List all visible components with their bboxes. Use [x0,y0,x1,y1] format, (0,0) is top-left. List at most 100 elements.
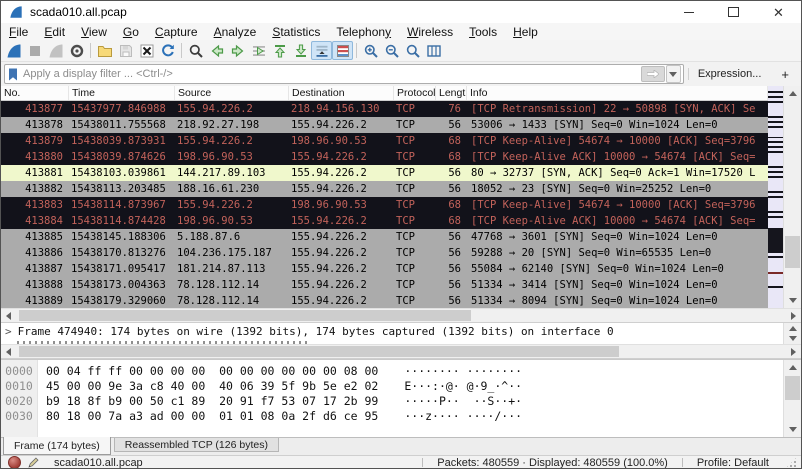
packet-row[interactable]: 413880 15438039.874626 198.96.90.53 155.94.… [1,149,768,165]
menu-go[interactable]: Go [115,25,147,39]
expression-button[interactable]: Expression... [687,68,771,80]
tab-reassembled-tcp[interactable]: Reassembled TCP (126 bytes) [113,438,279,452]
menu-wireless[interactable]: Wireless [399,25,461,39]
hex-row[interactable]: 0030 80 18 00 7a a3 ad 00 00 01 01 08 0a … [1,409,801,424]
column-header-destination[interactable]: Destination [289,86,394,100]
packet-row[interactable]: 413886 15438170.813276 104.236.175.187 155.… [1,245,768,261]
packet-row[interactable]: 413883 15438114.873967 155.94.226.2 198.96.… [1,197,768,213]
go-last-packet-button[interactable] [290,41,311,60]
packet-row[interactable]: 413877 15437977.846988 155.94.226.2 218.94.… [1,101,768,117]
cell-dst: 155.94.226.2 [291,183,367,195]
column-header-source[interactable]: Source [175,86,289,100]
display-filter-input[interactable] [21,67,641,81]
scroll-right-arrow-icon[interactable] [786,345,801,358]
scroll-up-arrow-icon[interactable] [784,86,801,101]
column-header-info[interactable]: Info [467,86,768,100]
packet-row[interactable]: 413889 15438179.329060 78.128.112.14 155.94… [1,293,768,308]
capture-comment-icon[interactable] [27,456,40,468]
scroll-left-arrow-icon[interactable] [1,309,16,322]
menu-statistics[interactable]: Statistics [264,25,328,39]
toolbar-separator [356,43,357,58]
go-back-button[interactable] [206,41,227,60]
menu-analyze[interactable]: Analyze [206,25,265,39]
resize-columns-button[interactable] [423,41,444,60]
details-vscrollbar[interactable] [783,323,801,344]
go-forward-button[interactable] [227,41,248,60]
packet-row[interactable]: 413878 15438011.755568 218.92.27.198 155.94… [1,117,768,133]
packet-row[interactable]: 413888 15438173.004363 78.128.112.14 155.94… [1,277,768,293]
close-file-icon [139,43,155,59]
cell-no: 413885 [25,231,63,243]
minimize-button[interactable] [666,1,711,23]
hex-row[interactable]: 0010 45 00 00 9e 3a c8 40 00 40 06 39 5f … [1,379,801,394]
zoom-in-button[interactable] [360,41,381,60]
hex-offset: 0020 [5,394,33,408]
hex-ascii: ········ ········ [404,364,523,378]
scroll-up-arrow-icon[interactable] [784,323,801,333]
go-first-packet-button[interactable] [269,41,290,60]
packet-row[interactable]: 413884 15438114.874428 198.96.90.53 155.94.… [1,213,768,229]
packet-row[interactable]: 413887 15438171.095417 181.214.87.113 155.9… [1,261,768,277]
tab-frame-bytes[interactable]: Frame (174 bytes) [3,437,111,455]
menu-help[interactable]: Help [505,25,546,39]
detail-frame-line[interactable]: > Frame 474940: 174 bytes on wire (1392 b… [1,323,801,338]
scroll-down-arrow-icon[interactable] [784,422,801,437]
packet-row[interactable]: 413879 15438039.873931 155.94.226.2 198.96.… [1,133,768,149]
column-header-lengt[interactable]: Lengt [436,86,467,100]
resize-grip[interactable] [785,456,798,468]
column-header-time[interactable]: Time [69,86,175,100]
scroll-left-arrow-icon[interactable] [1,345,16,358]
start-capture-button[interactable] [3,41,24,60]
intelligent-scrollbar-minimap[interactable] [768,86,783,308]
hex-row[interactable]: 0000 00 04 ff ff 00 00 00 00 00 00 00 00 … [1,364,801,379]
capture-options-button[interactable] [66,41,87,60]
go-to-packet-button[interactable] [248,41,269,60]
save-file-button [115,41,136,60]
cell-src: 155.94.226.2 [177,103,253,115]
status-profile[interactable]: Profile: Default [681,457,783,468]
auto-scroll-toggle-button[interactable] [311,41,332,60]
close-button[interactable]: ✕ [756,1,801,23]
menu-capture[interactable]: Capture [147,25,206,39]
status-bar: scada010.all.pcap Packets: 480559 · Disp… [1,455,801,468]
menu-tools[interactable]: Tools [461,25,505,39]
zoom-out-button[interactable] [381,41,402,60]
column-header-no[interactable]: No. [1,86,69,100]
zoom-100-button[interactable] [402,41,423,60]
column-header-protocol[interactable]: Protocol [394,86,436,100]
filter-bar: Expression... + [1,62,801,86]
display-filter-field[interactable] [4,64,684,84]
expert-info-icon[interactable] [8,456,21,468]
status-packet-counts: Packets: 480559 · Displayed: 480559 (100… [422,457,682,468]
packet-list-vscrollbar[interactable] [783,86,801,308]
hscroll-thumb[interactable] [19,310,471,321]
scroll-up-arrow-icon[interactable] [784,360,801,375]
packet-row[interactable]: 413885 15438145.188306 5.188.87.6 155.94.22… [1,229,768,245]
menu-view[interactable]: View [73,25,115,39]
menu-file[interactable]: File [1,25,36,39]
add-filter-button[interactable]: + [776,67,798,82]
menu-telephony[interactable]: Telephony [328,25,399,39]
hscroll-thumb[interactable] [19,346,619,357]
hex-row[interactable]: 0020 b9 18 8f b9 00 50 c1 89 20 91 f7 53 … [1,394,801,409]
packet-list-hscrollbar[interactable] [1,308,801,323]
packet-row[interactable]: 413882 15438113.203485 188.16.61.230 155.94… [1,181,768,197]
details-hscrollbar[interactable] [1,344,801,359]
close-file-button[interactable] [136,41,157,60]
open-file-button[interactable] [94,41,115,60]
filter-bookmark-icon[interactable] [8,68,18,81]
filter-dropdown-button[interactable] [665,65,681,83]
vscroll-thumb[interactable] [785,376,800,400]
reload-file-button[interactable] [157,41,178,60]
maximize-button[interactable] [711,1,756,23]
vscroll-thumb[interactable] [785,236,800,268]
bytes-vscrollbar[interactable] [783,360,801,437]
packet-row[interactable]: 413881 15438103.039861 144.217.89.103 155.9… [1,165,768,181]
find-packet-button[interactable] [185,41,206,60]
scroll-right-arrow-icon[interactable] [786,309,801,322]
colorize-toggle-button[interactable] [332,41,353,60]
scroll-down-arrow-icon[interactable] [784,293,801,308]
expander-icon[interactable]: > [5,325,12,338]
scroll-down-arrow-icon[interactable] [784,333,801,343]
menu-edit[interactable]: Edit [36,25,73,39]
